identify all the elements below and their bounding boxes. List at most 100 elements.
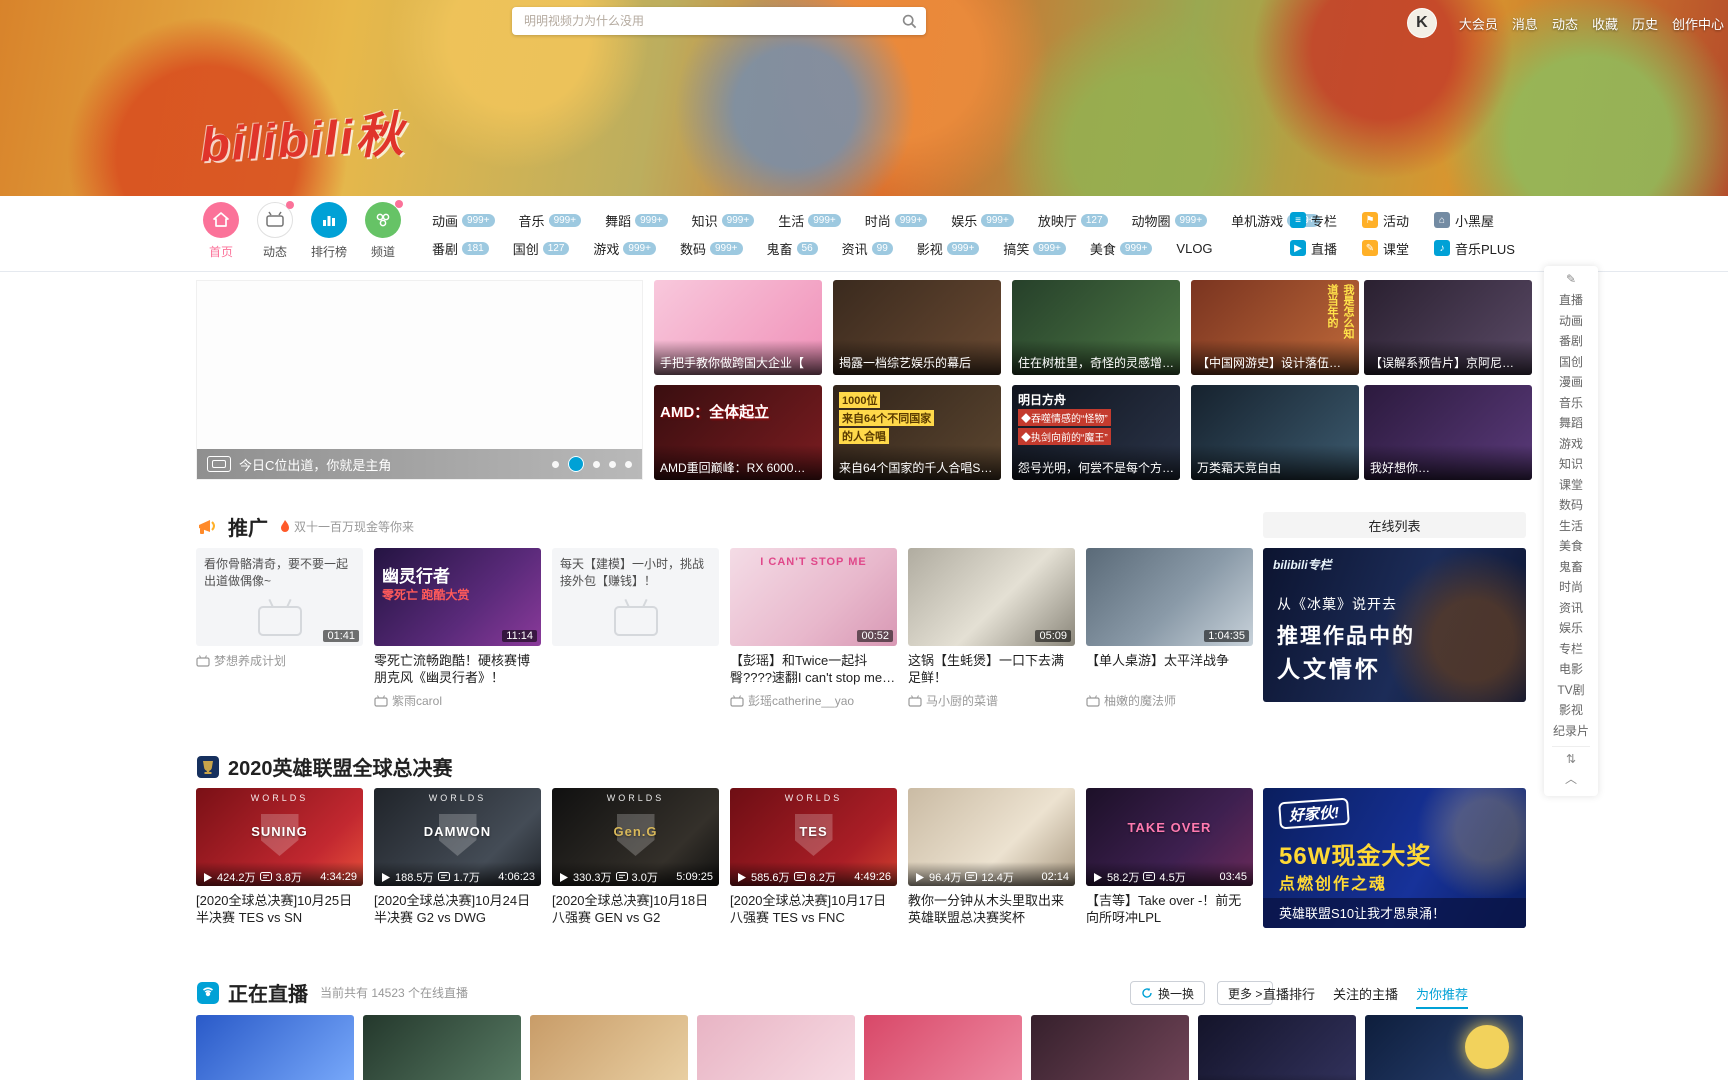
flyout-item-manga[interactable]: 漫画	[1544, 372, 1598, 393]
creation-contest-banner[interactable]: 好家伙! 56W现金大奖 点燃创作之魂 英雄联盟S10让我才思泉涌！	[1263, 788, 1526, 928]
featured-card[interactable]: 1000位 来自64个不同国家 的人合唱 来自64个国家的千人合唱S…	[833, 385, 1001, 480]
flyout-item-anime[interactable]: 动画	[1544, 311, 1598, 332]
promo-card[interactable]: 1:04:35 【单人桌游】太平洋战争 柚嫩的魔法师	[1086, 548, 1253, 709]
article-banner[interactable]: bilibili专栏 从《冰菓》说开去 推理作品中的 人文情怀	[1263, 548, 1526, 702]
nav-dynamic[interactable]: 动态	[248, 201, 302, 260]
carousel[interactable]: 今日C位出道，你就是主角	[196, 280, 643, 480]
live-card[interactable]	[1031, 1015, 1189, 1080]
category-information[interactable]: 资讯 99	[842, 239, 893, 258]
flyout-item-food[interactable]: 美食	[1544, 536, 1598, 557]
category-anime[interactable]: 动画 999+	[432, 211, 495, 230]
toplink-favorites[interactable]: 收藏	[1592, 14, 1618, 33]
esports-card[interactable]: WORLDS TES 585.6万 8.2万 4:49:26 [2020全球总决…	[730, 788, 897, 926]
flyout-item-bangumi[interactable]: 番剧	[1544, 331, 1598, 352]
featured-card[interactable]: AMD：全体起立 AMD重回巅峰：RX 6000系…	[654, 385, 822, 480]
quicklink-activity[interactable]: ⚑ 活动	[1362, 211, 1434, 230]
carousel-dot[interactable]	[625, 460, 632, 468]
live-card[interactable]	[864, 1015, 1022, 1080]
category-game[interactable]: 游戏 999+	[593, 239, 656, 258]
collapse-up-icon[interactable]: ︿	[1544, 770, 1598, 788]
flyout-item-dance[interactable]: 舞蹈	[1544, 413, 1598, 434]
flyout-item-movie[interactable]: 电影	[1544, 659, 1598, 680]
refresh-button[interactable]: 换一换	[1130, 981, 1206, 1005]
uploader-row[interactable]: 马小厨的菜谱	[908, 692, 1075, 709]
esports-card[interactable]: WORLDS Gen.G 330.3万 3.0万 5:09:25 [2020全球…	[552, 788, 719, 926]
esports-card[interactable]: TAKE OVER 58.2万 4.5万 03:45 【吉等】Take over…	[1086, 788, 1253, 926]
nav-channel[interactable]: 频道	[356, 200, 410, 260]
featured-card[interactable]: 明日方舟 ◆吞噬情感的“怪物” ◆执剑向前的“魔王” 怨号光明，何尝不是每个方…	[1012, 385, 1180, 480]
featured-card[interactable]: 万类霜天竞自由	[1191, 385, 1359, 480]
featured-card[interactable]: 住在树桩里，奇怪的灵感增…	[1012, 280, 1180, 375]
flyout-item-guochuang[interactable]: 国创	[1544, 352, 1598, 373]
category-music[interactable]: 音乐 999+	[519, 211, 582, 230]
flyout-item-information[interactable]: 资讯	[1544, 598, 1598, 619]
search-bar[interactable]	[512, 7, 926, 35]
category-funny[interactable]: 搞笑 999+	[1003, 239, 1066, 258]
category-guochuang[interactable]: 国创 127	[513, 239, 570, 258]
carousel-dot-active[interactable]	[568, 456, 584, 472]
category-vlog[interactable]: VLOG	[1176, 241, 1212, 256]
category-knowledge[interactable]: 知识 999+	[692, 211, 755, 230]
promo-card[interactable]: 每天【建模】一小时，挑战接外包【赚钱】！	[552, 548, 719, 646]
esports-card[interactable]: WORLDS DAMWON 188.5万 1.7万 4:06:23 [2020全…	[374, 788, 541, 926]
flyout-item-life[interactable]: 生活	[1544, 516, 1598, 537]
tab-recommended[interactable]: 为你推荐	[1416, 984, 1469, 1009]
sort-icon[interactable]: ⇅	[1544, 752, 1598, 770]
carousel-dot[interactable]	[552, 460, 559, 468]
featured-card[interactable]: 手把手教你做跨国大企业【	[654, 280, 822, 375]
category-fashion[interactable]: 时尚 999+	[865, 211, 928, 230]
category-film-tv[interactable]: 影视 999+	[917, 239, 980, 258]
promo-card[interactable]: 幽灵行者 零死亡 跑酷大赏 11:14 零死亡流畅跑酷！硬核赛博朋克风《幽灵行者…	[374, 548, 541, 709]
esports-card[interactable]: WORLDS SUNING 424.2万 3.8万 4:34:29 [2020全…	[196, 788, 363, 926]
category-life[interactable]: 生活 999+	[778, 211, 841, 230]
flyout-item-music[interactable]: 音乐	[1544, 393, 1598, 414]
flyout-item-article[interactable]: 专栏	[1544, 639, 1598, 660]
quicklink-live[interactable]: ▶ 直播	[1290, 239, 1362, 258]
nav-home[interactable]: 首页	[194, 202, 248, 260]
flyout-item-kichiku[interactable]: 鬼畜	[1544, 557, 1598, 578]
quicklink-blackroom[interactable]: ⌂ 小黑屋	[1434, 211, 1530, 230]
flyout-item-film[interactable]: 影视	[1544, 700, 1598, 721]
toplink-dynamic[interactable]: 动态	[1552, 14, 1578, 33]
live-card[interactable]	[530, 1015, 688, 1080]
search-input[interactable]	[524, 9, 892, 33]
tab-live-ranking[interactable]: 直播排行	[1263, 984, 1315, 1009]
quicklink-music-plus[interactable]: ♪ 音乐PLUS	[1434, 239, 1530, 258]
esports-card[interactable]: 96.4万 12.4万 02:14 教你一分钟从木头里取出来英雄联盟总决赛奖杯	[908, 788, 1075, 926]
flyout-item-knowledge[interactable]: 知识	[1544, 454, 1598, 475]
toplink-creator-center[interactable]: 创作中心	[1672, 14, 1724, 33]
flyout-item-tv[interactable]: TV剧	[1544, 680, 1598, 701]
uploader-row[interactable]: 梦想养成计划	[196, 652, 363, 669]
category-food[interactable]: 美食 999+	[1090, 239, 1153, 258]
flyout-item-live[interactable]: 直播	[1544, 290, 1598, 311]
quicklink-class[interactable]: ✎ 课堂	[1362, 239, 1434, 258]
uploader-row[interactable]: 柚嫩的魔法师	[1086, 692, 1253, 709]
flyout-item-game[interactable]: 游戏	[1544, 434, 1598, 455]
flyout-item-digital[interactable]: 数码	[1544, 495, 1598, 516]
uploader-row[interactable]: 紫雨carol	[374, 692, 541, 709]
category-entertainment[interactable]: 娱乐 999+	[951, 211, 1014, 230]
live-card[interactable]	[196, 1015, 354, 1080]
live-card[interactable]: 2020年KPL王者荣耀秋季赛	[1198, 1015, 1356, 1080]
customize-icon[interactable]: ✎	[1544, 272, 1598, 290]
online-list-button[interactable]: 在线列表	[1263, 512, 1526, 538]
category-animal[interactable]: 动物圈 999+	[1132, 211, 1208, 230]
toplink-message[interactable]: 消息	[1512, 14, 1538, 33]
category-dance[interactable]: 舞蹈 999+	[605, 211, 668, 230]
featured-card[interactable]: 揭露一档综艺娱乐的幕后	[833, 280, 1001, 375]
live-card[interactable]	[697, 1015, 855, 1080]
promo-card[interactable]: 看你骨骼清奇，要不要一起出道做偶像~ 01:41 梦想养成计划	[196, 548, 363, 669]
promo-card[interactable]: I CAN'T STOP ME 00:52 【彭瑶】和Twice一起抖臀????…	[730, 548, 897, 709]
search-button[interactable]	[892, 7, 926, 35]
tab-followed-streamers[interactable]: 关注的主播	[1333, 984, 1398, 1009]
avatar[interactable]: K	[1406, 8, 1437, 38]
seasonal-banner[interactable]: bilibili秋 K 大会员 消息 动态 收藏 历史 创作中心	[0, 0, 1728, 196]
live-card[interactable]	[363, 1015, 521, 1080]
featured-card[interactable]: 我好想你…	[1364, 385, 1532, 480]
flyout-item-documentary[interactable]: 纪录片	[1544, 721, 1598, 742]
toplink-history[interactable]: 历史	[1632, 14, 1658, 33]
carousel-dot[interactable]	[593, 460, 600, 468]
category-cinema[interactable]: 放映厅 127	[1038, 211, 1108, 230]
uploader-row[interactable]: 彭瑶catherine__yao	[730, 692, 897, 709]
toplink-vip[interactable]: 大会员	[1459, 14, 1498, 33]
